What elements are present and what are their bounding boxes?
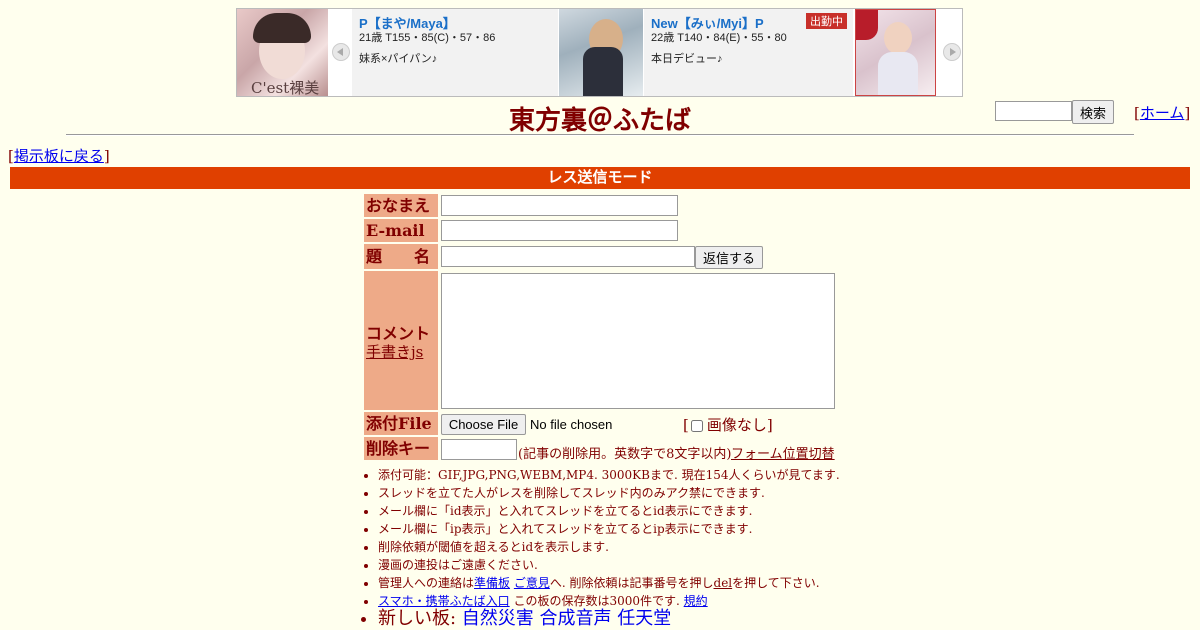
ad-banner[interactable]: C'est裸美 P【まや/Maya】 21歳 T155・85(C)・57・86 … xyxy=(236,8,963,97)
delete-key-note: (記事の削除用。英数字で8文字以内) xyxy=(518,447,732,462)
board-link-disaster[interactable]: 自然災害 xyxy=(462,608,534,629)
comment-label-cell: コメント 手書きjs xyxy=(364,271,438,410)
ad-card-desc: 妹系×パイパン♪ xyxy=(359,53,438,65)
notes-list: 添付可能：GIF,JPG,PNG,WEBM,MP4. 3000KBまで. 現在1… xyxy=(360,466,898,628)
file-status: No file chosen xyxy=(530,417,613,432)
email-label: E-mail xyxy=(364,219,438,242)
home-link[interactable]: ホーム xyxy=(1140,104,1185,122)
subject-field[interactable] xyxy=(441,246,695,267)
delete-key-field[interactable] xyxy=(441,439,517,460)
list-item: 削除依頼が閾値を超えるとidを表示します. xyxy=(378,538,898,556)
ad-thumbnail-3[interactable] xyxy=(855,9,936,96)
form-position-toggle-link[interactable]: フォーム位置切替 xyxy=(731,443,835,462)
del-link[interactable]: del xyxy=(714,576,733,590)
choose-file-button[interactable]: Choose File xyxy=(441,414,526,435)
contact-suffix: を押して下さい. xyxy=(732,576,820,590)
ad-thumbnail-2[interactable] xyxy=(559,9,643,96)
board-link-voice[interactable]: 合成音声 xyxy=(540,608,612,629)
list-item: 管理人への連絡は準備板 ご意見へ. 削除依頼は記事番号を押しdelを押して下さい… xyxy=(378,574,898,592)
back-to-board-link[interactable]: 掲示板に戻る xyxy=(14,147,104,165)
banner-prev-arrow-icon[interactable] xyxy=(332,43,350,61)
divider xyxy=(66,134,1134,136)
back-link-wrapper: [掲示板に戻る] xyxy=(8,147,110,165)
feedback-link[interactable]: ご意見 xyxy=(514,576,550,590)
no-image-checkbox[interactable] xyxy=(690,420,703,432)
banner-next-arrow-icon[interactable] xyxy=(943,43,961,61)
delete-key-label: 削除キー xyxy=(364,437,438,460)
list-item: 新しい板: 自然災害 合成音声 任天堂 xyxy=(378,610,898,628)
home-link-wrapper: [ホーム] xyxy=(1134,104,1191,122)
rules-link[interactable]: 規約 xyxy=(684,594,708,608)
reply-mode-bar: レス送信モード xyxy=(10,167,1190,189)
ad-card-desc: 本日デビュー♪ xyxy=(651,53,723,65)
search-input[interactable] xyxy=(995,101,1072,121)
reply-submit-button[interactable]: 返信する xyxy=(695,246,763,269)
list-item: スレッドを立てた人がレスを削除してスレッド内のみアク禁にできます. xyxy=(378,484,898,502)
no-image-label: 画像なし xyxy=(706,416,767,434)
contact-prefix: 管理人への連絡は xyxy=(378,576,475,590)
status-badge: 出勤中 xyxy=(806,13,847,29)
email-field[interactable] xyxy=(441,220,678,241)
ad-card-2[interactable]: New【みぃ/Myi】P 出勤中 22歳 T140・84(E)・55・80 本日… xyxy=(644,9,853,96)
thumbnail-caption: C'est裸美 xyxy=(251,79,320,96)
handwriting-link[interactable]: 手書きjs xyxy=(366,341,423,362)
list-item: 漫画の連投はご遠慮ください. xyxy=(378,556,898,574)
search-button[interactable]: 検索 xyxy=(1072,100,1114,124)
list-item: 添付可能：GIF,JPG,PNG,WEBM,MP4. 3000KBまで. 現在1… xyxy=(378,466,898,484)
storage-note: この板の保存数は3000件です. xyxy=(509,594,684,608)
ad-card-stats: 21歳 T155・85(C)・57・86 xyxy=(359,32,496,44)
no-image-option: [画像なし] xyxy=(683,416,773,434)
list-item: メール欄に「ip表示」と入れてスレッドを立てるとip表示にできます. xyxy=(378,520,898,538)
mobile-entrance-link[interactable]: スマホ・携帯ふたば入口 xyxy=(378,594,510,608)
ad-card-1[interactable]: P【まや/Maya】 21歳 T155・85(C)・57・86 妹系×パイパン♪ xyxy=(352,9,558,96)
ad-thumbnail-1[interactable]: C'est裸美 xyxy=(237,9,328,96)
name-field[interactable] xyxy=(441,195,678,216)
file-label: 添付File xyxy=(364,412,438,435)
list-item: メール欄に「id表示」と入れてスレッドを立てるとid表示にできます. xyxy=(378,502,898,520)
subject-label: 題 名 xyxy=(364,244,438,269)
new-boards-label: 新しい板: xyxy=(378,608,462,629)
ad-card-stats: 22歳 T140・84(E)・55・80 xyxy=(651,32,787,44)
contact-middle: へ. 削除依頼は記事番号を押し xyxy=(549,576,714,590)
comment-textarea[interactable] xyxy=(441,273,835,409)
board-link-nintendo[interactable]: 任天堂 xyxy=(617,608,671,629)
name-label: おなまえ xyxy=(364,194,438,217)
prep-board-link[interactable]: 準備板 xyxy=(474,576,510,590)
